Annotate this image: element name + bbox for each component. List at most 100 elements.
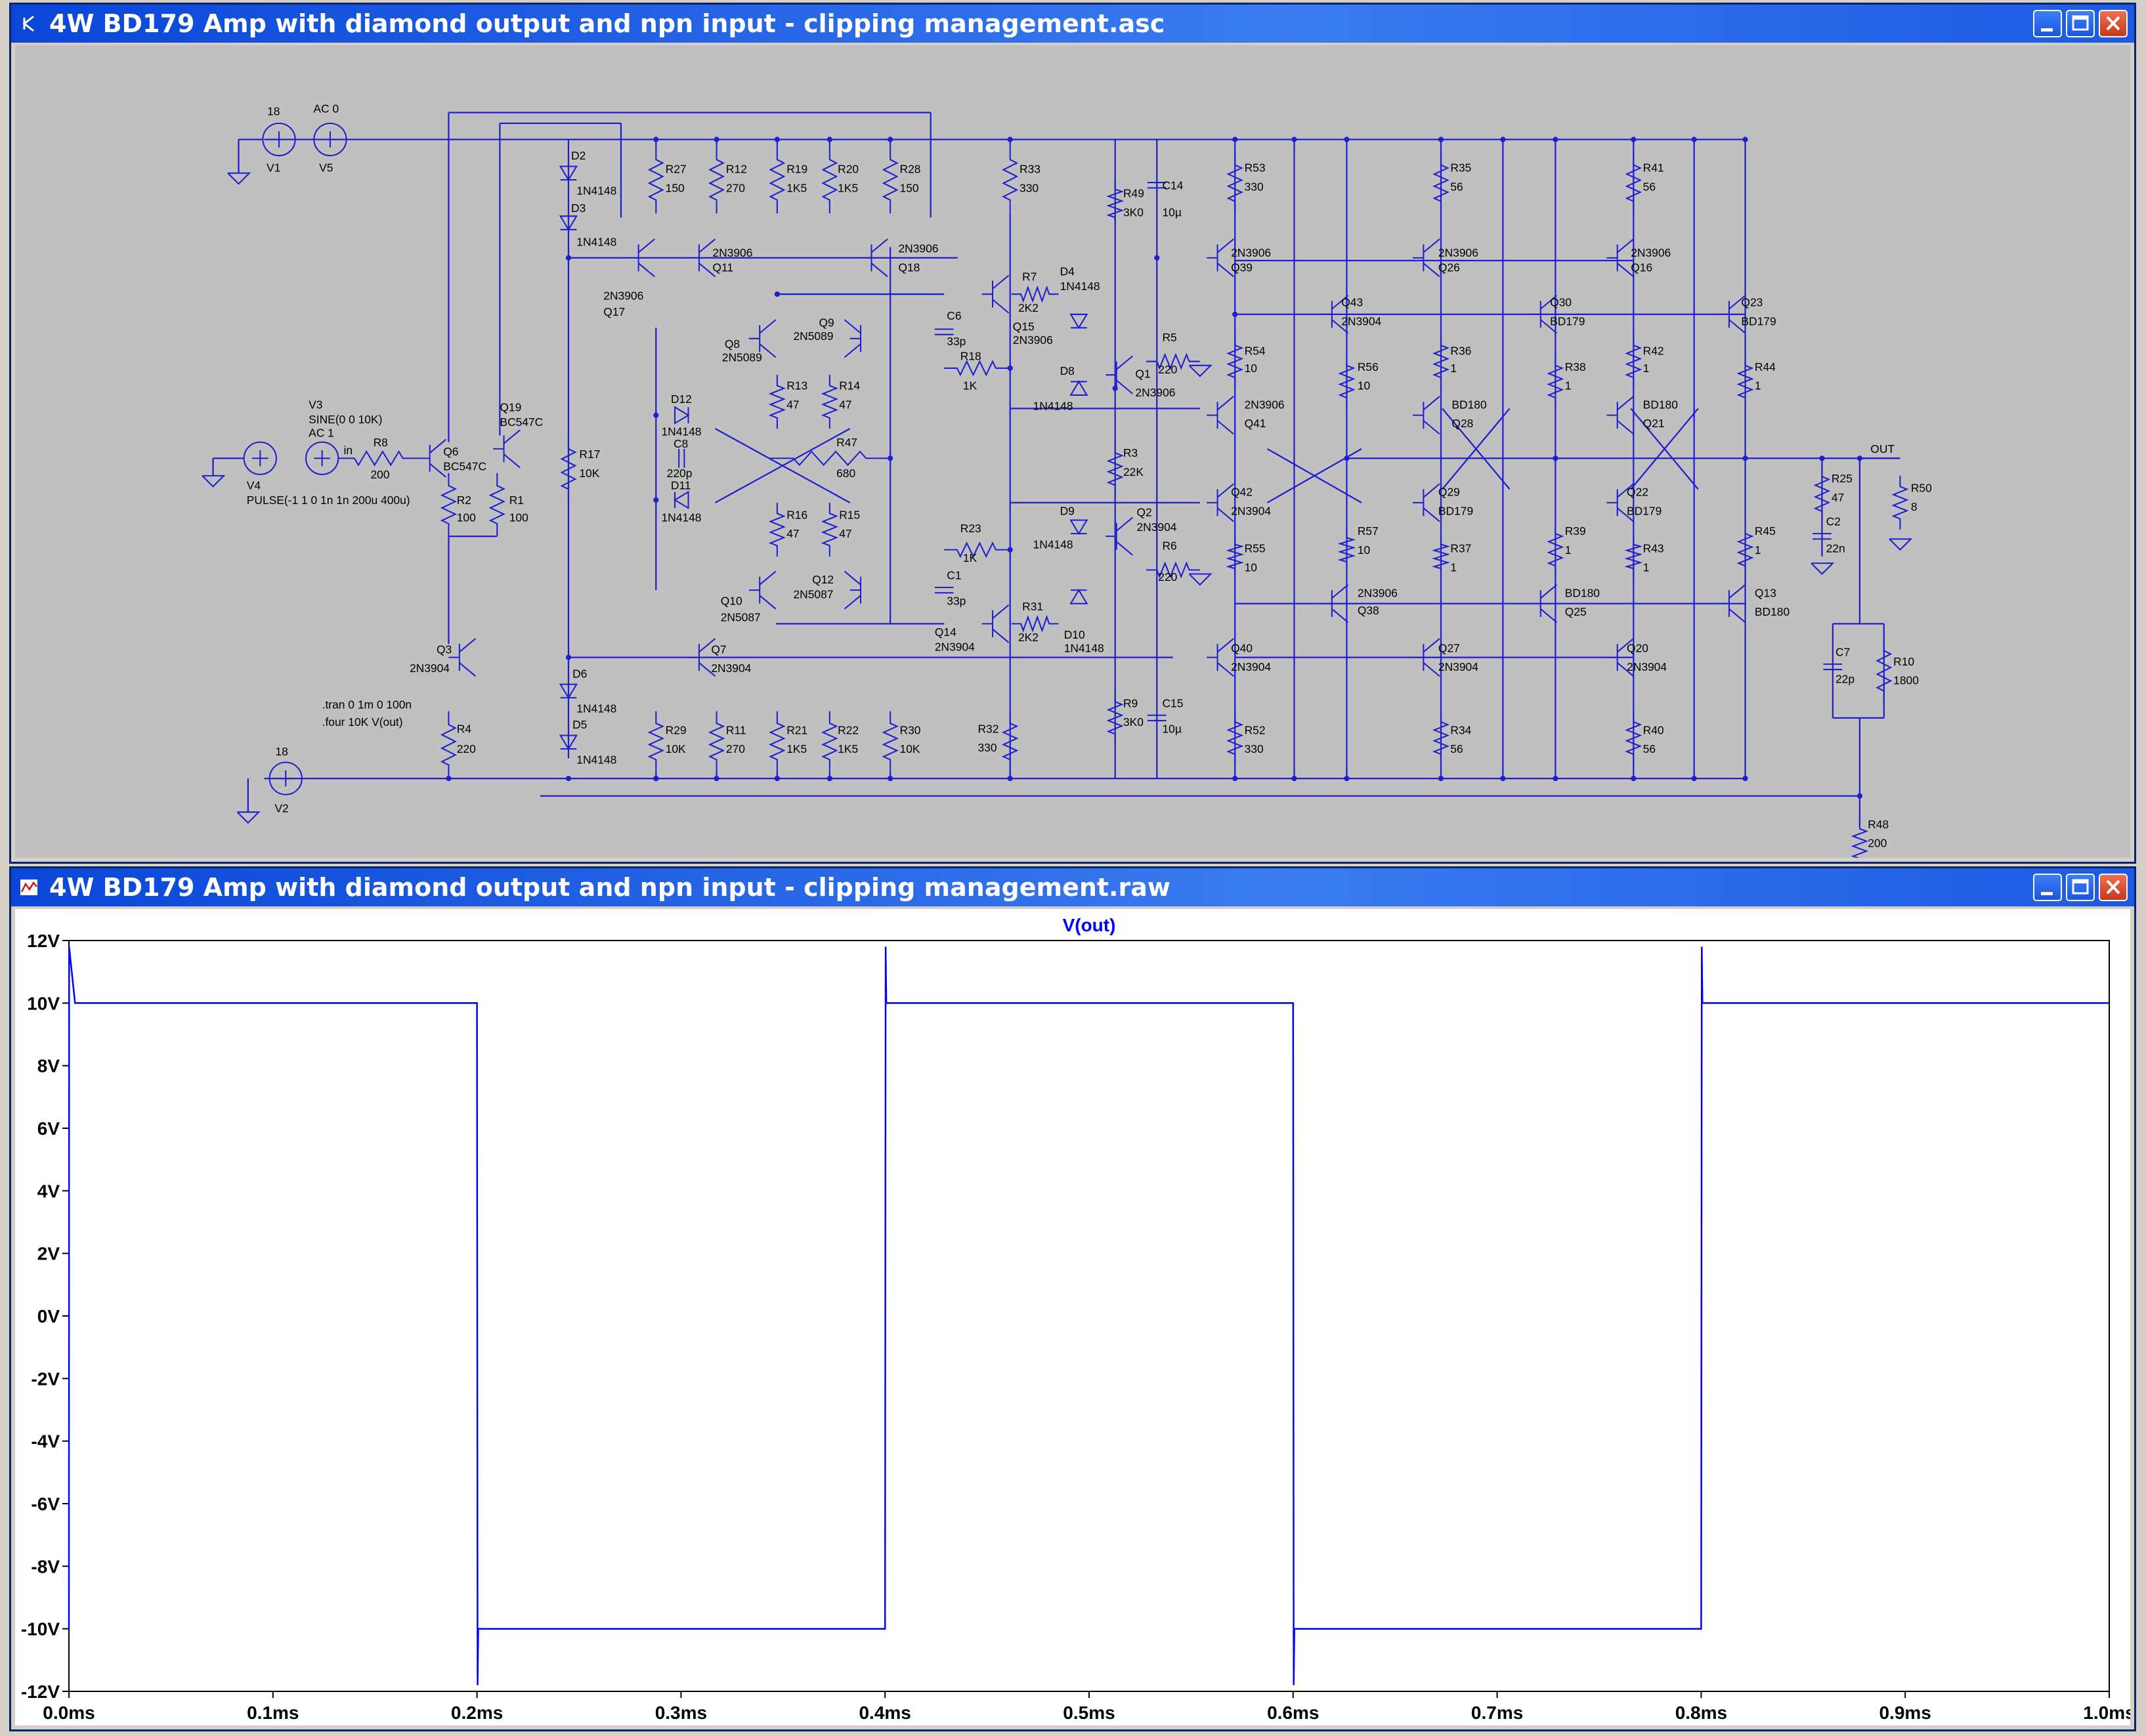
ground-r50[interactable] <box>1889 538 1913 551</box>
transistor-q12[interactable] <box>844 570 862 610</box>
transistor-q15[interactable] <box>981 274 1010 314</box>
resistor-r30[interactable] <box>882 711 899 772</box>
resistor-r31[interactable] <box>1011 615 1059 633</box>
diode-d10[interactable] <box>1069 589 1088 604</box>
ground-r5[interactable] <box>1188 364 1212 377</box>
capacitor-c8[interactable] <box>678 448 685 468</box>
diode-d4[interactable] <box>1069 313 1088 329</box>
resistor-r25[interactable] <box>1813 465 1831 523</box>
ground-v2[interactable] <box>236 811 261 824</box>
resistor-r3[interactable] <box>1106 442 1124 496</box>
transistor-q9[interactable] <box>844 319 862 358</box>
ground-v4[interactable] <box>202 475 226 488</box>
transistor-q14[interactable] <box>981 604 1010 643</box>
waveform-plot[interactable]: 0.0ms 0.1ms 0.2ms 0.3ms 0.4ms 0.5ms 0.6ms 0.7ms… <box>15 909 2130 1725</box>
ground-v1[interactable] <box>227 172 251 185</box>
resistor-r56[interactable] <box>1338 354 1356 409</box>
resistor-r34[interactable] <box>1432 711 1450 765</box>
label-r1: R1 <box>509 494 524 507</box>
transistor-q26[interactable] <box>1412 238 1440 278</box>
capacitor-c1[interactable] <box>934 586 954 594</box>
resistor-r38[interactable] <box>1547 354 1564 409</box>
transistor-q42[interactable] <box>1207 483 1234 522</box>
diode-d12[interactable] <box>674 406 690 425</box>
transistor-q39[interactable] <box>1207 238 1234 278</box>
resistor-r53[interactable] <box>1226 152 1243 214</box>
resistor-r27[interactable] <box>647 146 664 214</box>
resistor-r17[interactable] <box>560 435 577 503</box>
ground-c2[interactable] <box>1811 562 1835 575</box>
resistor-r4[interactable] <box>440 711 457 779</box>
resistor-r29[interactable] <box>647 711 665 772</box>
maximize-button[interactable] <box>2066 10 2095 37</box>
transistor-q19[interactable] <box>493 429 521 469</box>
resistor-r37[interactable] <box>1432 536 1450 577</box>
label-r44v: 1 <box>1755 379 1761 392</box>
transistor-q40[interactable] <box>1207 638 1234 677</box>
y-tick-label: 2V <box>37 1244 60 1264</box>
transistor-q41[interactable] <box>1207 396 1234 435</box>
ground-r6[interactable] <box>1188 573 1212 586</box>
resistor-r15[interactable] <box>821 502 838 557</box>
transistor-q10[interactable] <box>748 570 777 610</box>
transistor-q28[interactable] <box>1412 396 1440 435</box>
resistor-r41[interactable] <box>1625 152 1642 214</box>
resistor-r36[interactable] <box>1432 334 1450 389</box>
resistor-r55[interactable] <box>1226 536 1245 577</box>
schematic-titlebar[interactable]: 4W BD179 Amp with diamond output and npn… <box>11 5 2134 43</box>
resistor-r44[interactable] <box>1736 354 1754 409</box>
resistor-r14[interactable] <box>821 375 838 429</box>
close-button[interactable] <box>2099 10 2128 37</box>
resistor-r19[interactable] <box>769 146 786 214</box>
schematic-canvas[interactable]: 18 V1 AC 0 V5 18 V2 V3 SINE(0 0 10K) AC 1 V4 PULSE… <box>15 45 2130 858</box>
resistor-r18[interactable] <box>944 360 1009 377</box>
resistor-r7[interactable] <box>1011 285 1059 303</box>
resistor-r40[interactable] <box>1625 711 1642 765</box>
transistor-q6[interactable] <box>419 438 446 478</box>
transistor-q3[interactable] <box>448 638 477 677</box>
transistor-q1[interactable] <box>1105 355 1134 394</box>
source-v3[interactable] <box>305 441 339 475</box>
transistor-q2[interactable] <box>1105 517 1134 556</box>
transistor-q16[interactable] <box>1606 238 1634 278</box>
source-v4[interactable] <box>243 441 277 475</box>
label-q27t: 2N3904 <box>1438 660 1478 673</box>
resistor-r48[interactable] <box>1851 818 1869 858</box>
resistor-r52[interactable] <box>1226 711 1244 765</box>
resistor-r45[interactable] <box>1736 522 1754 577</box>
resistor-r16[interactable] <box>768 502 786 557</box>
vout-chart[interactable]: 0.0ms 0.1ms 0.2ms 0.3ms 0.4ms 0.5ms 0.6ms 0.7ms… <box>15 909 2130 1725</box>
resistor-r9[interactable] <box>1106 690 1124 745</box>
transistor-q29[interactable] <box>1412 483 1440 522</box>
resistor-r22[interactable] <box>821 711 838 772</box>
resistor-r28[interactable] <box>882 146 899 214</box>
resistor-r1[interactable] <box>488 473 505 537</box>
resistor-r42[interactable] <box>1625 334 1642 389</box>
capacitor-c6[interactable] <box>934 328 954 335</box>
resistor-r20[interactable] <box>821 146 838 214</box>
waveform-titlebar[interactable]: 4W BD179 Amp with diamond output and npn… <box>11 868 2134 906</box>
diode-d11[interactable] <box>674 490 689 509</box>
resistor-r39[interactable] <box>1547 522 1564 577</box>
resistor-r50[interactable] <box>1891 475 1909 530</box>
resistor-r57[interactable] <box>1337 529 1356 570</box>
resistor-r43[interactable] <box>1624 536 1643 577</box>
resistor-r10[interactable] <box>1876 637 1893 705</box>
resistor-r33[interactable] <box>1002 146 1019 214</box>
diode-d8[interactable] <box>1069 380 1088 396</box>
minimize-button[interactable] <box>2033 874 2062 901</box>
maximize-button[interactable] <box>2066 874 2095 901</box>
resistor-r49[interactable] <box>1106 179 1125 227</box>
resistor-r12[interactable] <box>708 146 725 214</box>
resistor-r2[interactable] <box>440 473 458 537</box>
transistor-q21[interactable] <box>1606 396 1634 435</box>
resistor-r54[interactable] <box>1226 334 1244 389</box>
resistor-r11[interactable] <box>708 711 725 772</box>
resistor-r13[interactable] <box>768 375 786 429</box>
close-button[interactable] <box>2099 874 2128 901</box>
resistor-r35[interactable] <box>1432 152 1449 214</box>
minimize-button[interactable] <box>2033 10 2062 37</box>
resistor-r32[interactable] <box>1001 711 1019 772</box>
diode-d9[interactable] <box>1069 519 1088 536</box>
resistor-r21[interactable] <box>769 711 786 772</box>
